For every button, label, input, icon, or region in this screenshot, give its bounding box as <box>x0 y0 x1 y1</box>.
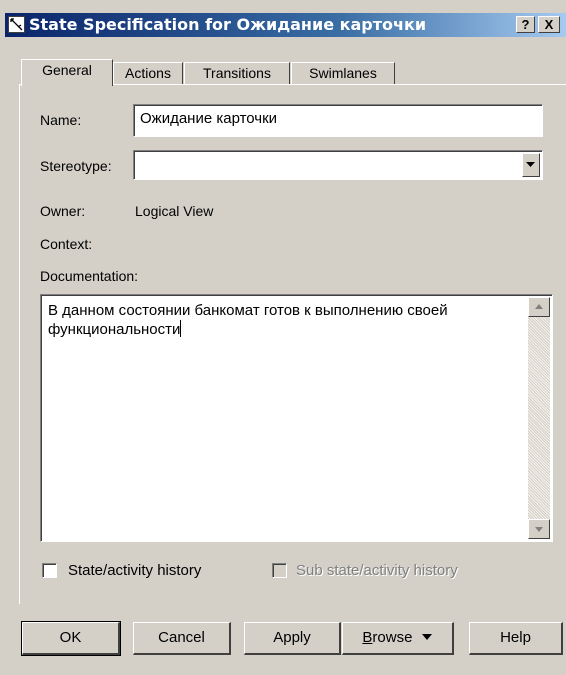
documentation-scrollbar[interactable] <box>528 297 550 539</box>
browse-button[interactable]: Browse <box>342 622 454 655</box>
window-title: State Specification for Ожидание карточк… <box>29 15 427 34</box>
documentation-textarea[interactable]: В данном состоянии банкомат готов к выпо… <box>40 294 553 542</box>
cancel-button[interactable]: Cancel <box>133 622 231 655</box>
state-history-label[interactable]: State/activity history <box>68 562 201 579</box>
tab-actions[interactable]: Actions <box>113 62 183 84</box>
text-caret <box>180 320 182 337</box>
chevron-down-icon <box>526 162 535 167</box>
sub-state-history-label: Sub state/activity history <box>296 562 458 579</box>
documentation-text: В данном состоянии банкомат готов к выпо… <box>48 302 448 338</box>
state-specification-dialog: State Specification for Ожидание карточк… <box>0 0 566 675</box>
sub-state-history-checkbox[interactable] <box>272 563 287 578</box>
scroll-down-arrow-icon <box>535 527 543 532</box>
name-field-value: Ожидание карточки <box>140 110 278 127</box>
title-bar[interactable]: State Specification for Ожидание карточк… <box>5 13 566 37</box>
name-field[interactable]: Ожидание карточки <box>133 104 543 137</box>
state-spec-icon <box>8 16 25 33</box>
owner-value: Logical View <box>135 203 214 219</box>
state-history-checkbox[interactable] <box>42 563 57 578</box>
browse-mnemonic: B <box>362 629 373 646</box>
browse-label: rowse <box>372 629 413 646</box>
name-label: Name: <box>40 112 82 128</box>
chevron-down-icon <box>421 634 432 640</box>
documentation-label: Documentation: <box>40 268 139 284</box>
context-label: Context: <box>40 236 93 252</box>
tab-swimlanes[interactable]: Swimlanes <box>291 62 395 84</box>
tab-transitions[interactable]: Transitions <box>184 62 290 84</box>
owner-label: Owner: <box>40 203 86 219</box>
stereotype-select[interactable] <box>133 150 543 180</box>
ok-button[interactable]: OK <box>21 621 121 656</box>
apply-button[interactable]: Apply <box>244 622 341 655</box>
help-title-button[interactable]: ? <box>516 16 535 33</box>
scroll-up-button[interactable] <box>528 297 550 317</box>
close-button[interactable]: X <box>538 16 560 33</box>
tab-general[interactable]: General <box>21 59 113 86</box>
scroll-up-arrow-icon <box>535 304 543 309</box>
stereotype-label: Stereotype: <box>40 158 112 174</box>
scroll-down-button[interactable] <box>528 519 550 539</box>
help-button[interactable]: Help <box>469 622 563 655</box>
stereotype-dropdown-button[interactable] <box>522 153 540 177</box>
